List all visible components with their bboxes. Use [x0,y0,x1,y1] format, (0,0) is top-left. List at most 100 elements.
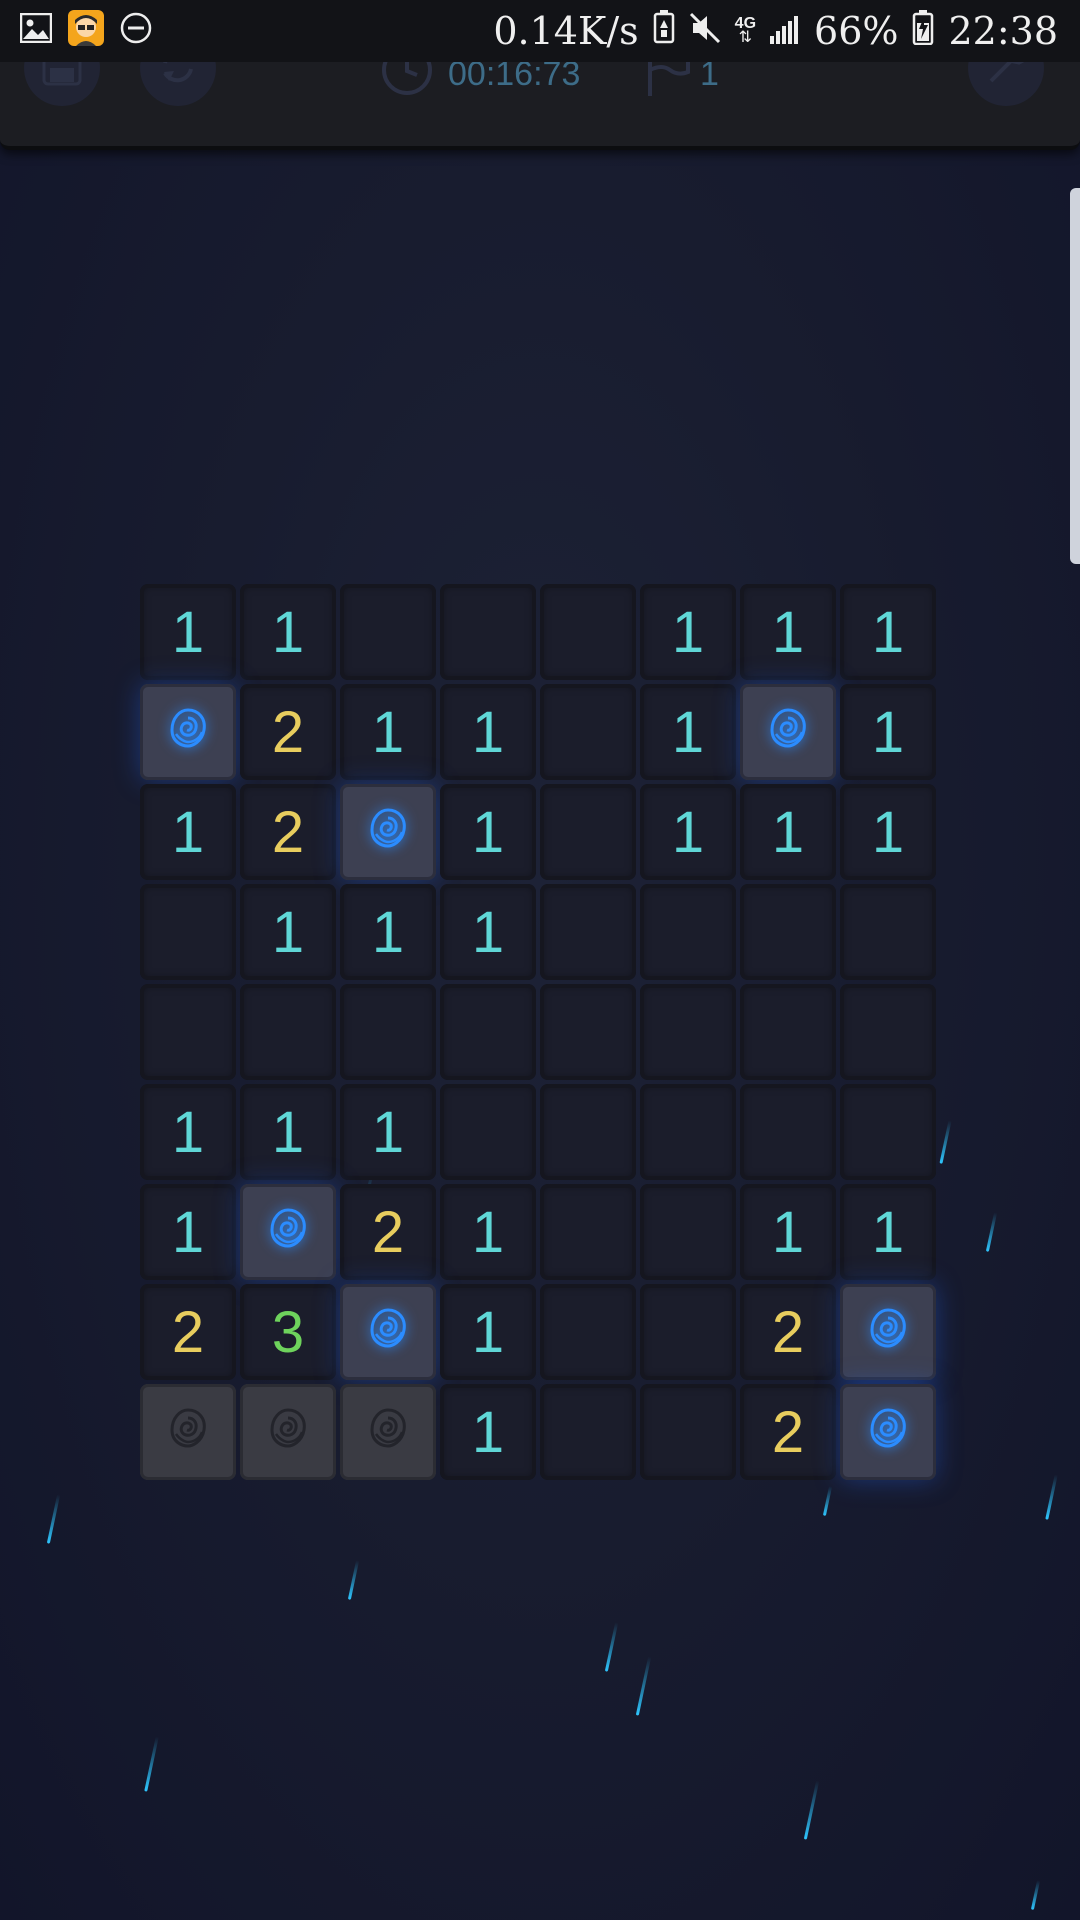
rose-mine-icon [364,799,412,866]
number-cell[interactable]: 1 [740,584,836,680]
number-cell[interactable]: 1 [140,1184,236,1280]
number-cell[interactable]: 1 [840,1184,936,1280]
mine-cell[interactable] [340,784,436,880]
empty-cell[interactable] [840,984,936,1080]
empty-cell[interactable] [540,984,636,1080]
number-cell[interactable]: 1 [240,584,336,680]
battery-percent: 66% [814,9,899,53]
empty-cell[interactable] [740,1084,836,1180]
empty-cell[interactable] [740,884,836,980]
empty-cell[interactable] [640,984,736,1080]
empty-cell[interactable] [840,1084,936,1180]
mute-icon [689,9,721,53]
clock-time: 22:38 [948,9,1058,53]
do-not-disturb-icon [118,10,154,46]
number-cell[interactable]: 2 [740,1384,836,1480]
mine-cell-dim[interactable] [340,1384,436,1480]
rose-mine-icon [864,1299,912,1366]
number-cell[interactable]: 1 [340,684,436,780]
rose-mine-icon [364,1299,412,1366]
number-cell[interactable]: 3 [240,1284,336,1380]
rain-drop [46,1494,61,1544]
empty-cell[interactable] [540,1084,636,1180]
empty-cell[interactable] [540,584,636,680]
mine-cell[interactable] [840,1284,936,1380]
number-cell[interactable]: 1 [440,1184,536,1280]
number-cell[interactable]: 1 [240,884,336,980]
app-avatar-icon [68,10,104,46]
empty-cell[interactable] [540,784,636,880]
empty-cell[interactable] [640,1384,736,1480]
mine-cell[interactable] [840,1384,936,1480]
rose-mine-icon [164,1399,212,1466]
empty-cell[interactable] [540,1284,636,1380]
empty-cell[interactable] [540,884,636,980]
empty-cell[interactable] [340,584,436,680]
empty-cell[interactable] [540,684,636,780]
number-cell[interactable]: 1 [840,584,936,680]
empty-cell[interactable] [240,984,336,1080]
empty-cell[interactable] [540,1384,636,1480]
gallery-icon [18,10,54,46]
rose-mine-icon [164,699,212,766]
number-cell[interactable]: 1 [440,884,536,980]
empty-cell[interactable] [740,984,836,1080]
number-cell[interactable]: 1 [440,684,536,780]
number-cell[interactable]: 1 [740,784,836,880]
empty-cell[interactable] [140,984,236,1080]
number-cell[interactable]: 1 [440,1284,536,1380]
number-cell[interactable]: 1 [340,884,436,980]
number-cell[interactable]: 1 [640,784,736,880]
number-cell[interactable]: 1 [240,1084,336,1180]
empty-cell[interactable] [840,884,936,980]
number-cell[interactable]: 1 [440,1384,536,1480]
rain-drop [604,1622,619,1672]
empty-cell[interactable] [540,1184,636,1280]
empty-cell[interactable] [440,984,536,1080]
number-cell[interactable]: 1 [640,584,736,680]
number-cell[interactable]: 1 [840,684,936,780]
empty-cell[interactable] [640,1284,736,1380]
mine-cell-dim[interactable] [240,1384,336,1480]
rain-drop [939,1120,952,1164]
empty-cell[interactable] [440,584,536,680]
empty-cell[interactable] [640,1084,736,1180]
empty-cell[interactable] [140,884,236,980]
game-screen: 00:16:73 1 0.14K/s 4G ⇅ 66% 22:38 1 1 1 … [0,0,1080,1920]
rose-mine-icon [264,1199,312,1266]
number-cell[interactable]: 1 [140,784,236,880]
mine-cell[interactable] [140,684,236,780]
number-cell[interactable]: 1 [440,784,536,880]
empty-cell[interactable] [640,1184,736,1280]
rose-mine-icon [864,1399,912,1466]
side-panel-handle[interactable] [1070,188,1080,564]
number-cell[interactable]: 2 [240,684,336,780]
rose-mine-icon [764,699,812,766]
signal-icon [770,9,800,53]
rose-mine-icon [364,1399,412,1466]
number-cell[interactable]: 2 [240,784,336,880]
rain-drop [635,1656,652,1716]
number-cell[interactable]: 1 [140,1084,236,1180]
number-cell[interactable]: 2 [740,1284,836,1380]
mine-cell[interactable] [240,1184,336,1280]
number-cell[interactable]: 1 [340,1084,436,1180]
number-cell[interactable]: 2 [140,1284,236,1380]
empty-cell[interactable] [640,884,736,980]
mine-cell-dim[interactable] [140,1384,236,1480]
minefield-board: 11111 2111 112 11111111111 211123 12 1 2 [140,584,940,1484]
data-arrows-icon: ⇅ [738,29,753,46]
number-cell[interactable]: 1 [740,1184,836,1280]
mine-cell[interactable] [340,1284,436,1380]
empty-cell[interactable] [340,984,436,1080]
status-bar: 0.14K/s 4G ⇅ 66% 22:38 [0,0,1080,62]
number-cell[interactable]: 1 [140,584,236,680]
number-cell[interactable]: 1 [640,684,736,780]
mine-cell[interactable] [740,684,836,780]
rain-drop [822,1486,833,1516]
empty-cell[interactable] [440,1084,536,1180]
number-cell[interactable]: 1 [840,784,936,880]
rain-drop [1045,1474,1058,1520]
number-cell[interactable]: 2 [340,1184,436,1280]
rain-drop [144,1736,159,1792]
